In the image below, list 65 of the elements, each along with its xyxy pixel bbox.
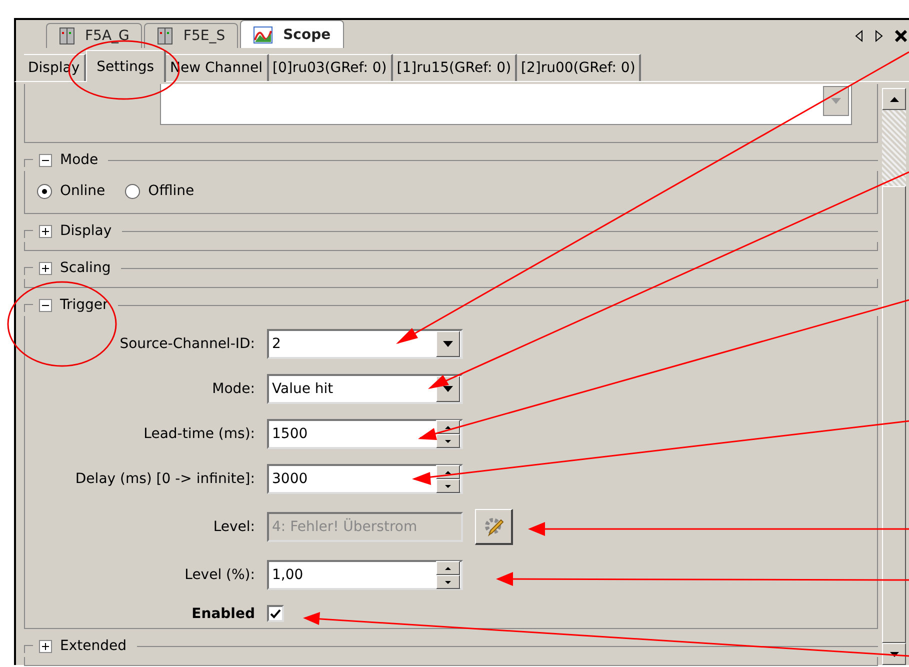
- radio-option[interactable]: Offline: [125, 183, 194, 199]
- section-title: Mode: [60, 152, 100, 168]
- settings-tab[interactable]: [0]ru03(GRef: 0): [268, 54, 393, 81]
- field-label: Mode:: [211, 381, 255, 397]
- spin-down-button[interactable]: [436, 575, 460, 589]
- field-label: Enabled: [190, 606, 255, 622]
- section-title: Trigger: [60, 297, 110, 313]
- scroll-left-icon[interactable]: [855, 30, 863, 42]
- section-title: Scaling: [60, 260, 112, 276]
- dropdown-field[interactable]: 2: [267, 329, 463, 359]
- dropdown-field[interactable]: Value hit: [267, 374, 463, 404]
- document-tab[interactable]: F5E_S: [144, 23, 238, 48]
- document-tab[interactable]: Scope: [240, 20, 344, 48]
- caret-icon: [890, 96, 898, 102]
- expand-icon[interactable]: [39, 640, 52, 652]
- spinner-field[interactable]: 3000: [267, 464, 463, 494]
- caret-icon: [445, 580, 451, 584]
- field-label: Level (%):: [184, 567, 255, 583]
- caret-icon: [443, 386, 453, 392]
- dropdown-button[interactable]: [823, 86, 849, 116]
- scroll-right-icon[interactable]: [875, 30, 883, 42]
- spin-down-button[interactable]: [436, 479, 460, 493]
- gear-pencil-icon: [482, 516, 504, 538]
- caret-icon: [445, 484, 451, 488]
- field-label: Lead-time (ms):: [142, 426, 255, 442]
- section-title: Extended: [60, 638, 128, 654]
- radio-label: Online: [60, 183, 106, 199]
- field-label: Source-Channel-ID:: [118, 336, 255, 352]
- settings-tab[interactable]: [1]ru15(GRef: 0): [392, 54, 518, 81]
- spinner-field[interactable]: 1,00: [267, 560, 463, 590]
- cabinet-icon: [59, 27, 75, 45]
- edit-button[interactable]: [475, 509, 513, 545]
- caret-icon: [445, 470, 451, 474]
- radio-option[interactable]: Online: [37, 183, 106, 199]
- spinner-field[interactable]: 1500: [267, 419, 463, 449]
- field-label: Level:: [212, 519, 255, 535]
- text-area[interactable]: [160, 84, 852, 125]
- caret-icon: [445, 566, 451, 570]
- section-title: Display: [60, 223, 113, 239]
- document-tab[interactable]: F5A_G: [46, 23, 142, 48]
- collapse-icon[interactable]: [39, 298, 52, 312]
- caret-icon: [445, 426, 451, 428]
- waveform-icon: [253, 26, 274, 44]
- radio-button[interactable]: [125, 184, 140, 198]
- settings-tab[interactable]: Settings: [86, 50, 166, 82]
- scrollbar[interactable]: [882, 88, 906, 665]
- scrollbar-thumb[interactable]: [882, 186, 906, 643]
- scroll-down-button[interactable]: [882, 643, 906, 665]
- caret-icon: [890, 652, 898, 656]
- settings-tab[interactable]: [2]ru00(GRef: 0): [517, 54, 642, 81]
- radio-button[interactable]: [37, 184, 52, 198]
- close-icon[interactable]: [895, 30, 907, 42]
- collapse-icon[interactable]: [39, 154, 52, 166]
- cabinet-icon: [157, 27, 174, 45]
- expand-icon[interactable]: [39, 224, 52, 238]
- spin-down-button[interactable]: [436, 434, 460, 448]
- caret-icon: [831, 98, 841, 104]
- caret-icon: [443, 341, 453, 347]
- caret-icon: [445, 440, 451, 442]
- field-label: Delay (ms) [0 -> infinite]:: [74, 471, 255, 487]
- checkbox[interactable]: [267, 605, 284, 622]
- expand-icon[interactable]: [39, 262, 52, 274]
- radio-label: Offline: [148, 183, 194, 199]
- spin-up-button[interactable]: [436, 561, 460, 575]
- scroll-up-button[interactable]: [882, 88, 906, 110]
